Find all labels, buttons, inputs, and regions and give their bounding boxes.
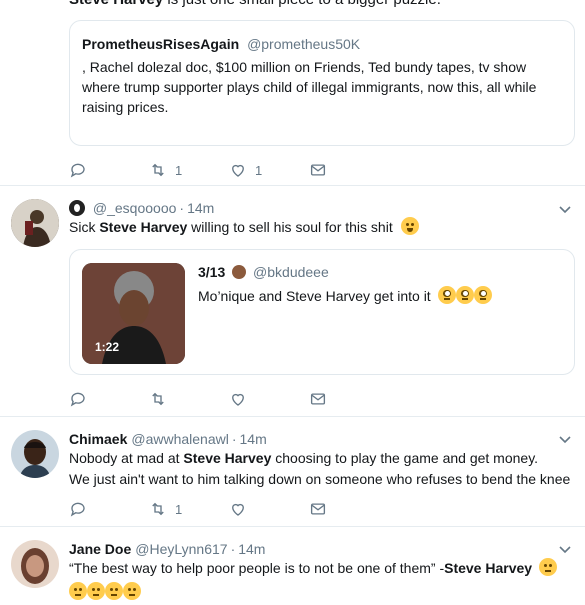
direct-message-button[interactable] <box>309 161 389 179</box>
tweet-header: Jane Doe @HeyLynn617 · 14m <box>69 541 266 557</box>
tweet-header: Chimaek @awwhalenawl · 14m <box>69 431 267 447</box>
tweet-text: Sick Steve Harvey willing to sell his so… <box>69 217 419 238</box>
neutral-face-emoji-icon <box>538 558 557 576</box>
retweet-icon <box>152 163 164 177</box>
reply-icon <box>70 392 85 407</box>
tweet-text: “The best way to help poor people is to … <box>69 558 569 603</box>
avatar-image <box>11 199 59 247</box>
quoted-tweet-card[interactable]: PrometheusRisesAgain @prometheus50K , Ra… <box>69 20 575 146</box>
tweet-actions: 1 <box>69 499 389 519</box>
retweet-button[interactable]: 1 <box>149 161 229 179</box>
tweet-actions <box>69 389 389 409</box>
previous-tweet-text-fragment: Steve Harvey is just one small piece to … <box>69 0 441 10</box>
video-duration: 1:22 <box>95 340 120 354</box>
quoted-tweet-card[interactable]: 1:22 3/13 @bkdudeee Mo’nique and Steve H… <box>69 249 575 375</box>
tweet-timestamp[interactable]: 14m <box>240 431 267 447</box>
retweet-icon <box>152 502 164 516</box>
neutral-face-emoji-icon <box>105 582 123 600</box>
like-button[interactable] <box>229 390 309 408</box>
retweet-button[interactable] <box>149 390 229 408</box>
envelope-icon <box>310 503 326 515</box>
chevron-down-icon[interactable] <box>559 204 571 216</box>
tweet-divider <box>0 526 585 527</box>
avatar[interactable] <box>11 540 59 588</box>
avatar[interactable] <box>11 430 59 478</box>
tweet-timestamp[interactable]: 14m <box>238 541 265 557</box>
direct-message-button[interactable] <box>309 500 389 518</box>
neutral-face-emoji-icon <box>123 582 141 600</box>
flushed-emoji-icon <box>473 286 492 304</box>
neutral-face-emoji-icon <box>69 582 87 600</box>
chevron-down-icon[interactable] <box>559 434 571 446</box>
tweet-timestamp[interactable]: 14m <box>187 200 214 216</box>
reply-button[interactable] <box>69 390 149 408</box>
reply-button[interactable] <box>69 500 149 518</box>
tweet-actions: 1 1 <box>69 160 389 180</box>
retweet-count: 1 <box>175 501 183 517</box>
heart-icon <box>232 503 244 516</box>
heart-icon <box>232 164 244 177</box>
like-button[interactable]: 1 <box>229 161 309 179</box>
envelope-icon <box>310 164 326 176</box>
tweet-text: Nobody at mad at Steve Harvey choosing t… <box>69 450 571 487</box>
author-handle[interactable]: @_esqooooo <box>93 200 177 216</box>
person-emoji-icon <box>232 265 247 279</box>
quoted-tweet-text: , Rachel dolezal doc, $100 million on Fr… <box>82 59 537 115</box>
envelope-icon <box>310 393 326 405</box>
avatar-image <box>11 540 59 588</box>
author-name[interactable]: Chimaek <box>69 431 127 447</box>
tweet-header: @_esqooooo · 14m <box>69 199 214 217</box>
heart-icon <box>232 393 244 406</box>
verified-circle-icon <box>69 200 85 216</box>
direct-message-button[interactable] <box>309 390 389 408</box>
author-handle[interactable]: @HeyLynn617 <box>135 541 227 557</box>
retweet-icon <box>152 392 164 406</box>
video-thumbnail[interactable]: 1:22 <box>82 263 185 364</box>
author-name[interactable]: Jane Doe <box>69 541 131 557</box>
flushed-emoji-icon <box>437 286 456 304</box>
tweet-divider <box>0 416 585 417</box>
neutral-face-emoji-icon <box>87 582 105 600</box>
joy-emoji-icon <box>400 217 419 235</box>
author-handle[interactable]: @awwhalenawl <box>131 431 228 447</box>
quoted-tweet-text: Mo’nique and Steve Harvey get into it <box>198 286 492 304</box>
like-count: 1 <box>255 162 263 178</box>
reply-icon <box>70 163 85 178</box>
retweet-button[interactable]: 1 <box>149 500 229 518</box>
flushed-emoji-icon <box>455 286 474 304</box>
retweet-count: 1 <box>175 162 183 178</box>
quoted-author-handle: @bkdudeee <box>253 264 329 280</box>
reply-icon <box>70 502 85 517</box>
avatar[interactable] <box>11 199 59 247</box>
like-button[interactable] <box>229 500 309 518</box>
quoted-author-name: 3/13 <box>198 264 226 280</box>
reply-button[interactable] <box>69 161 149 179</box>
quoted-author-name: PrometheusRisesAgain <box>82 36 240 52</box>
tweet-divider <box>0 185 585 186</box>
chevron-down-icon[interactable] <box>559 544 571 556</box>
quoted-author-handle: @prometheus50K <box>247 36 361 52</box>
avatar-image <box>11 430 59 478</box>
